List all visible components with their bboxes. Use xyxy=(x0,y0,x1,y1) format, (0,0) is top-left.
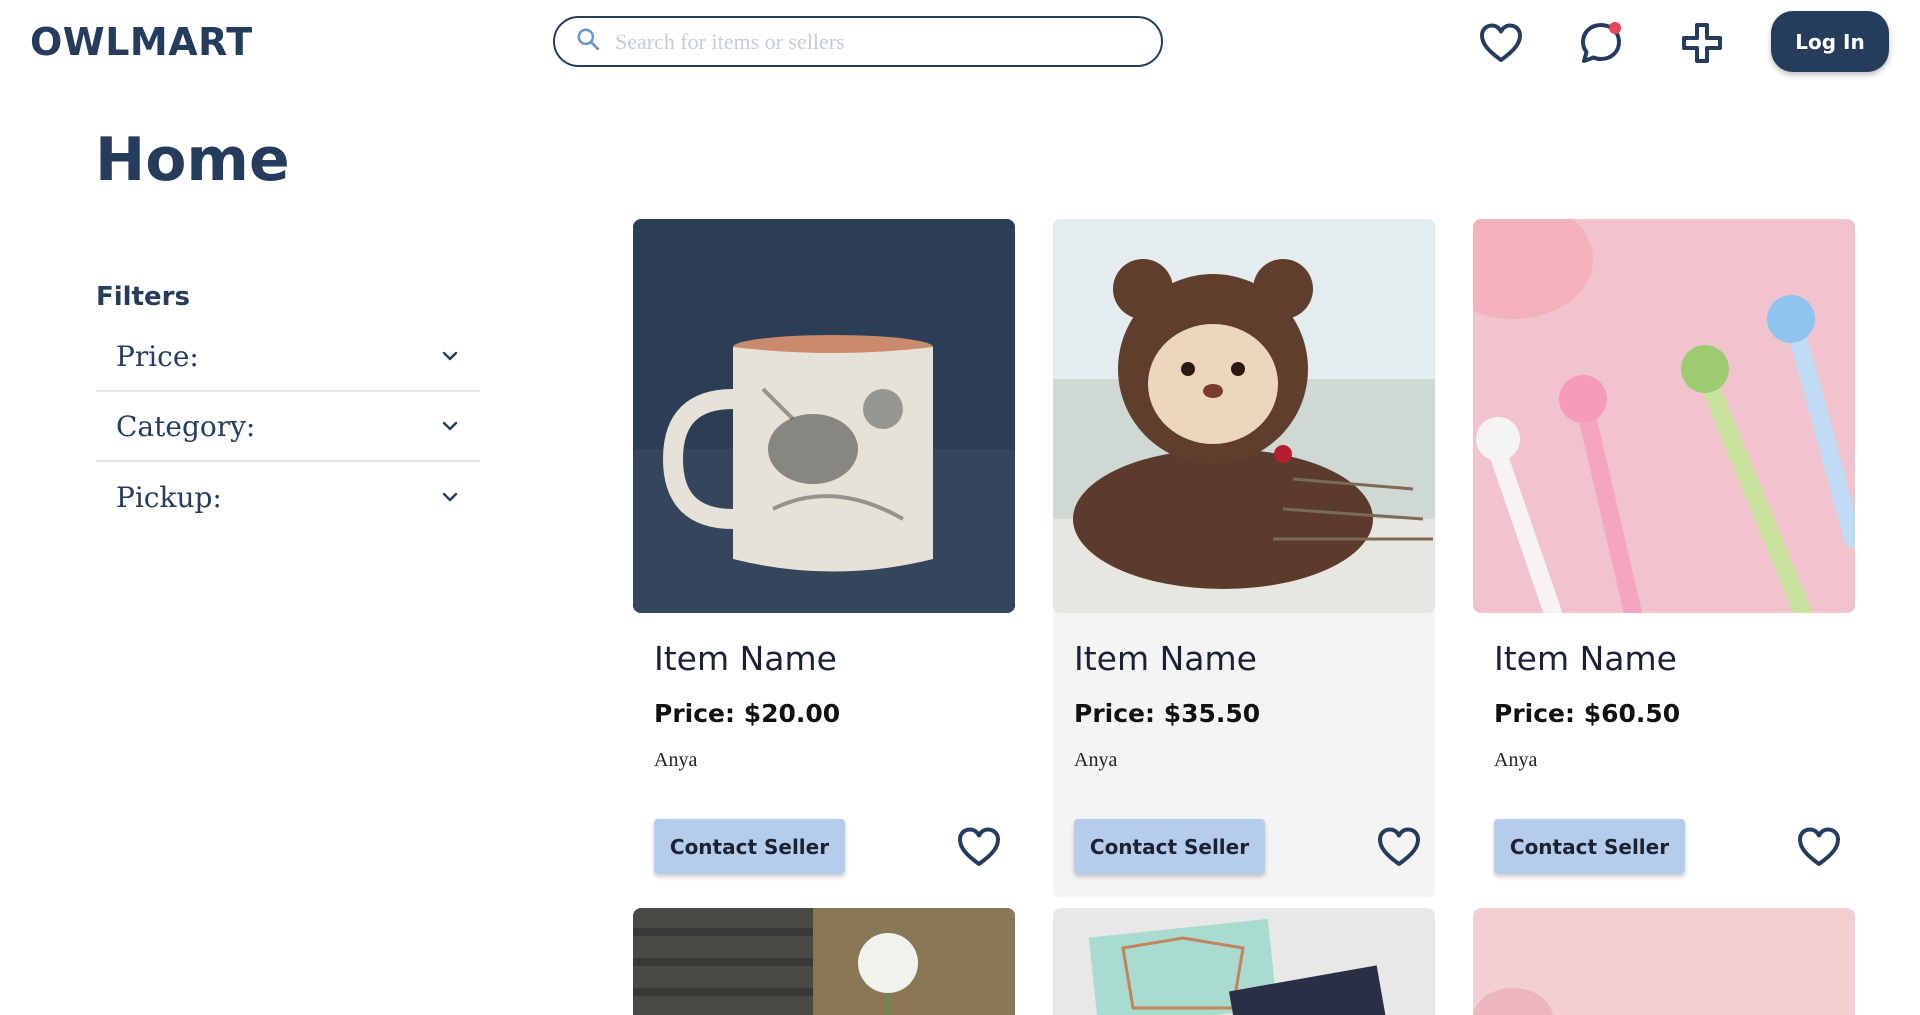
favorite-button[interactable] xyxy=(1375,823,1423,871)
messages-button[interactable] xyxy=(1576,18,1626,68)
notification-dot xyxy=(1609,22,1621,34)
product-card[interactable]: Item Name Price: $60.50 Anya Contact Sel… xyxy=(1473,219,1855,897)
product-image-pink-item[interactable] xyxy=(1473,908,1855,1015)
product-card[interactable] xyxy=(633,908,1015,1015)
filter-price[interactable]: Price: xyxy=(96,322,480,392)
filter-pickup[interactable]: Pickup: xyxy=(96,462,480,532)
product-image-pens[interactable] xyxy=(1473,219,1855,613)
item-price: Price: $20.00 xyxy=(654,699,841,728)
search-icon xyxy=(575,26,601,57)
favorites-button[interactable] xyxy=(1476,18,1526,68)
filter-label: Price: xyxy=(116,339,199,373)
contact-seller-button[interactable]: Contact Seller xyxy=(1074,819,1265,874)
favorite-button[interactable] xyxy=(1795,823,1843,871)
product-image-notes-card[interactable] xyxy=(1053,908,1435,1015)
heart-icon xyxy=(958,827,1000,866)
heart-icon xyxy=(1378,827,1420,866)
top-nav: OWLMART Log In xyxy=(0,0,1920,84)
item-seller[interactable]: Anya xyxy=(1074,749,1117,772)
filter-label: Pickup: xyxy=(116,480,222,514)
plus-icon xyxy=(1682,23,1722,63)
chevron-down-icon xyxy=(442,421,458,431)
item-price: Price: $35.50 xyxy=(1074,699,1261,728)
item-seller[interactable]: Anya xyxy=(1494,749,1537,772)
product-card[interactable] xyxy=(1053,908,1435,1015)
search-input[interactable] xyxy=(615,28,1135,55)
chevron-down-icon xyxy=(442,351,458,361)
item-name[interactable]: Item Name xyxy=(1074,639,1257,678)
contact-seller-button[interactable]: Contact Seller xyxy=(654,819,845,874)
item-name[interactable]: Item Name xyxy=(654,639,837,678)
add-listing-button[interactable] xyxy=(1677,18,1727,68)
chevron-down-icon xyxy=(442,492,458,502)
product-image-mug[interactable] xyxy=(633,219,1015,613)
item-name[interactable]: Item Name xyxy=(1494,639,1677,678)
item-price: Price: $60.50 xyxy=(1494,699,1681,728)
chat-icon xyxy=(1581,22,1621,63)
search-bar[interactable] xyxy=(553,16,1163,67)
login-button[interactable]: Log In xyxy=(1771,11,1889,72)
filters-title: Filters xyxy=(96,282,190,312)
filter-category[interactable]: Category: xyxy=(96,392,480,462)
page-title: Home xyxy=(95,125,290,195)
product-card[interactable]: Item Name Price: $35.50 Anya Contact Sel… xyxy=(1053,219,1435,897)
favorite-button[interactable] xyxy=(955,823,1003,871)
product-image-rose[interactable] xyxy=(633,908,1015,1015)
logo[interactable]: OWLMART xyxy=(30,20,253,64)
product-card[interactable] xyxy=(1473,908,1855,1015)
product-image-teddy-bear[interactable] xyxy=(1053,219,1435,613)
item-seller[interactable]: Anya xyxy=(654,749,697,772)
contact-seller-button[interactable]: Contact Seller xyxy=(1494,819,1685,874)
filters-panel: Filters Price: Category: Pickup: xyxy=(96,282,480,532)
heart-icon xyxy=(1480,23,1522,62)
heart-icon xyxy=(1798,827,1840,866)
product-card[interactable]: Item Name Price: $20.00 Anya Contact Sel… xyxy=(633,219,1015,897)
filter-label: Category: xyxy=(116,409,256,443)
